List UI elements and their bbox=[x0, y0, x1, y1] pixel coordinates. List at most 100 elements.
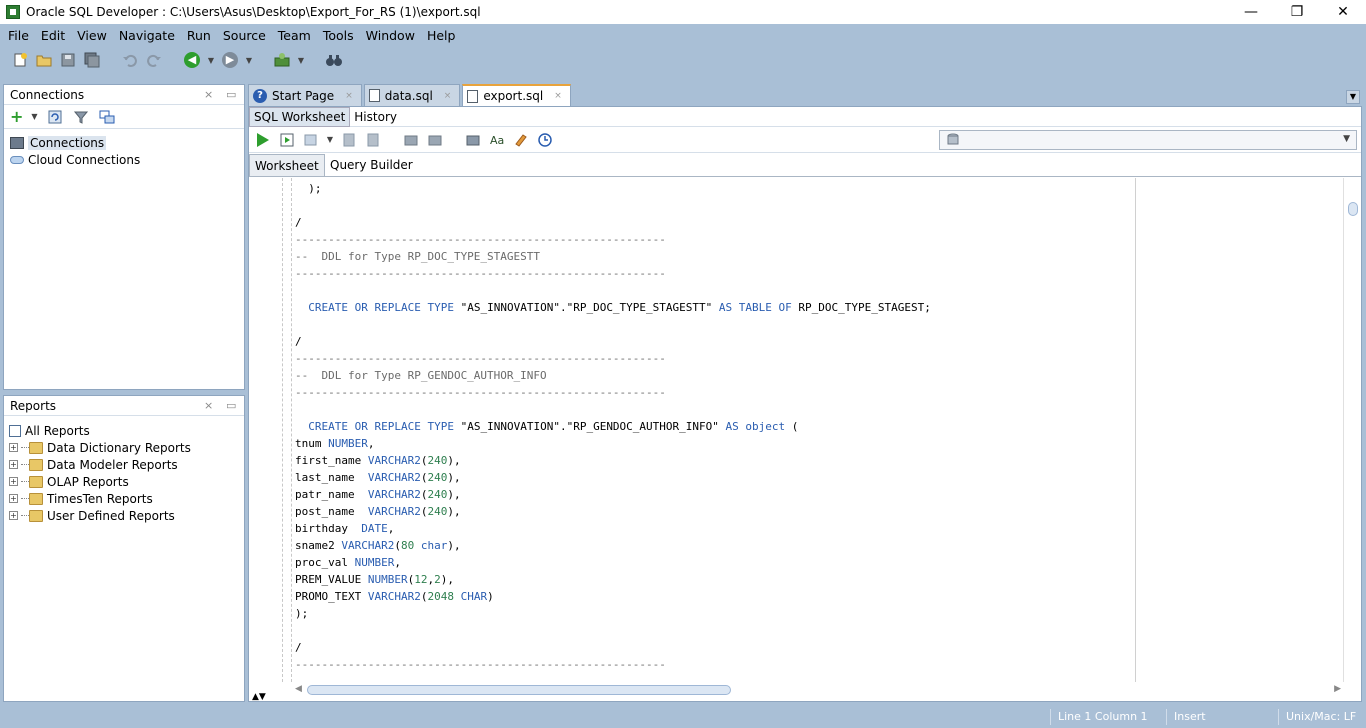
code-line[interactable] bbox=[295, 622, 931, 639]
code-line[interactable]: ----------------------------------------… bbox=[295, 350, 931, 367]
menu-source[interactable]: Source bbox=[217, 28, 272, 43]
tree-item-all-reports[interactable]: All Reports bbox=[9, 422, 244, 439]
code-line[interactable]: -- DDL for Type RP_DOC_TYPE_STAGESTT bbox=[295, 248, 931, 265]
scroll-thumb[interactable] bbox=[307, 685, 731, 695]
open-folder-icon[interactable] bbox=[34, 50, 54, 70]
code-line[interactable]: / bbox=[295, 639, 931, 656]
vertical-scrollbar[interactable] bbox=[1343, 178, 1361, 682]
menu-team[interactable]: Team bbox=[272, 28, 317, 43]
back-icon[interactable]: ◀ bbox=[182, 50, 202, 70]
tree-item-connections[interactable]: Connections bbox=[10, 134, 244, 151]
code-line[interactable]: ----------------------------------------… bbox=[295, 384, 931, 401]
save-all-icon[interactable] bbox=[82, 50, 102, 70]
run-script-icon[interactable] bbox=[277, 130, 297, 150]
tab-start-page[interactable]: ? Start Page × bbox=[248, 84, 362, 106]
expand-icon[interactable]: + bbox=[9, 477, 18, 486]
code-line[interactable]: tnum NUMBER, bbox=[295, 435, 931, 452]
tree-item-olap-reports[interactable]: + OLAP Reports bbox=[9, 473, 244, 490]
scroll-right-icon[interactable]: ▶ bbox=[1334, 684, 1341, 694]
scroll-left-icon[interactable]: ◀ bbox=[295, 684, 302, 694]
code-line[interactable]: PREM_VALUE NUMBER(12,2), bbox=[295, 571, 931, 588]
code-line[interactable]: patr_name VARCHAR2(240), bbox=[295, 486, 931, 503]
split-arrows-icon[interactable]: ▲▼ bbox=[252, 692, 266, 702]
code-editor[interactable]: ); / ------------------------------------… bbox=[249, 178, 1345, 682]
menu-help[interactable]: Help bbox=[421, 28, 462, 43]
code-line[interactable]: sname2 VARCHAR2(80 char), bbox=[295, 537, 931, 554]
back-dropdown-icon[interactable]: ▼ bbox=[206, 56, 216, 65]
code-line[interactable]: last_name VARCHAR2(240), bbox=[295, 469, 931, 486]
menu-run[interactable]: Run bbox=[181, 28, 217, 43]
explain-plan-icon[interactable] bbox=[425, 130, 445, 150]
menu-tools[interactable]: Tools bbox=[317, 28, 360, 43]
forward-dropdown-icon[interactable]: ▼ bbox=[244, 56, 254, 65]
autotrace-dropdown-icon[interactable]: ▼ bbox=[325, 135, 335, 144]
code-line[interactable] bbox=[295, 282, 931, 299]
expand-icon[interactable]: + bbox=[9, 443, 18, 452]
save-icon[interactable] bbox=[58, 50, 78, 70]
code-line[interactable]: ); bbox=[295, 180, 931, 197]
schema-browser-icon[interactable] bbox=[97, 107, 117, 127]
expand-icon[interactable]: + bbox=[9, 511, 18, 520]
minimize-panel-icon[interactable]: ▭ bbox=[226, 399, 236, 412]
tree-item-data-modeler-reports[interactable]: + Data Modeler Reports bbox=[9, 456, 244, 473]
code-line[interactable] bbox=[295, 197, 931, 214]
filter-icon[interactable] bbox=[71, 107, 91, 127]
sql-tuning-icon[interactable] bbox=[463, 130, 483, 150]
tree-item-cloud-connections[interactable]: Cloud Connections bbox=[10, 151, 244, 168]
tree-item-data-dictionary-reports[interactable]: + Data Dictionary Reports bbox=[9, 439, 244, 456]
tab-export-sql[interactable]: export.sql × bbox=[462, 84, 571, 106]
code-line[interactable]: birthday DATE, bbox=[295, 520, 931, 537]
expand-icon[interactable]: + bbox=[9, 494, 18, 503]
sql-tool-icon[interactable] bbox=[272, 50, 292, 70]
code-line[interactable] bbox=[295, 401, 931, 418]
forward-icon[interactable]: ▶ bbox=[220, 50, 240, 70]
code-line[interactable]: ----------------------------------------… bbox=[295, 656, 931, 673]
close-tab-icon[interactable]: × bbox=[444, 91, 452, 101]
connection-select[interactable]: ▼ bbox=[939, 130, 1357, 150]
tab-data-sql[interactable]: data.sql × bbox=[363, 84, 461, 106]
close-panel-icon[interactable]: × bbox=[204, 88, 213, 101]
code-line[interactable]: PROMO_TEXT VARCHAR2(2048 CHAR) bbox=[295, 588, 931, 605]
code-line[interactable]: first_name VARCHAR2(240), bbox=[295, 452, 931, 469]
menu-window[interactable]: Window bbox=[360, 28, 421, 43]
menu-view[interactable]: View bbox=[71, 28, 113, 43]
menu-edit[interactable]: Edit bbox=[35, 28, 71, 43]
refresh-icon[interactable] bbox=[45, 107, 65, 127]
undo-icon[interactable] bbox=[120, 50, 140, 70]
code-text[interactable]: ); / ------------------------------------… bbox=[295, 180, 931, 673]
code-line[interactable]: CREATE OR REPLACE TYPE "AS_INNOVATION"."… bbox=[295, 299, 931, 316]
tab-history[interactable]: History bbox=[350, 107, 401, 127]
new-file-icon[interactable] bbox=[10, 50, 30, 70]
close-button[interactable]: ✕ bbox=[1320, 0, 1366, 24]
close-tab-icon[interactable]: × bbox=[345, 91, 353, 101]
redo-icon[interactable] bbox=[144, 50, 164, 70]
code-line[interactable]: / bbox=[295, 214, 931, 231]
add-connection-icon[interactable]: + bbox=[10, 108, 23, 125]
tab-worksheet[interactable]: Worksheet bbox=[249, 154, 325, 176]
code-line[interactable]: CREATE OR REPLACE TYPE "AS_INNOVATION"."… bbox=[295, 418, 931, 435]
maximize-button[interactable]: ❐ bbox=[1274, 0, 1320, 24]
code-line[interactable]: / bbox=[295, 333, 931, 350]
menu-navigate[interactable]: Navigate bbox=[113, 28, 181, 43]
tab-list-dropdown-icon[interactable]: ▼ bbox=[1346, 90, 1360, 104]
tab-query-builder[interactable]: Query Builder bbox=[325, 154, 418, 176]
close-panel-icon[interactable]: × bbox=[204, 399, 213, 412]
autotrace-icon[interactable] bbox=[301, 130, 321, 150]
clear-eraser-icon[interactable] bbox=[511, 130, 531, 150]
minimize-button[interactable]: — bbox=[1228, 0, 1274, 24]
binoculars-icon[interactable] bbox=[324, 50, 344, 70]
sql-history-icon[interactable] bbox=[535, 130, 555, 150]
code-line[interactable]: -- DDL for Type RP_GENDOC_AUTHOR_INFO bbox=[295, 367, 931, 384]
minimize-panel-icon[interactable]: ▭ bbox=[226, 88, 236, 101]
tree-item-timesten-reports[interactable]: + TimesTen Reports bbox=[9, 490, 244, 507]
scroll-thumb[interactable] bbox=[1348, 202, 1358, 216]
tab-sql-worksheet[interactable]: SQL Worksheet bbox=[249, 106, 351, 127]
tree-item-user-defined-reports[interactable]: + User Defined Reports bbox=[9, 507, 244, 524]
unshared-sql-icon[interactable] bbox=[401, 130, 421, 150]
code-line[interactable]: proc_val NUMBER, bbox=[295, 554, 931, 571]
code-line[interactable] bbox=[295, 316, 931, 333]
run-statement-icon[interactable] bbox=[253, 130, 273, 150]
commit-icon[interactable] bbox=[339, 130, 359, 150]
menu-file[interactable]: File bbox=[2, 28, 35, 43]
code-line[interactable]: post_name VARCHAR2(240), bbox=[295, 503, 931, 520]
